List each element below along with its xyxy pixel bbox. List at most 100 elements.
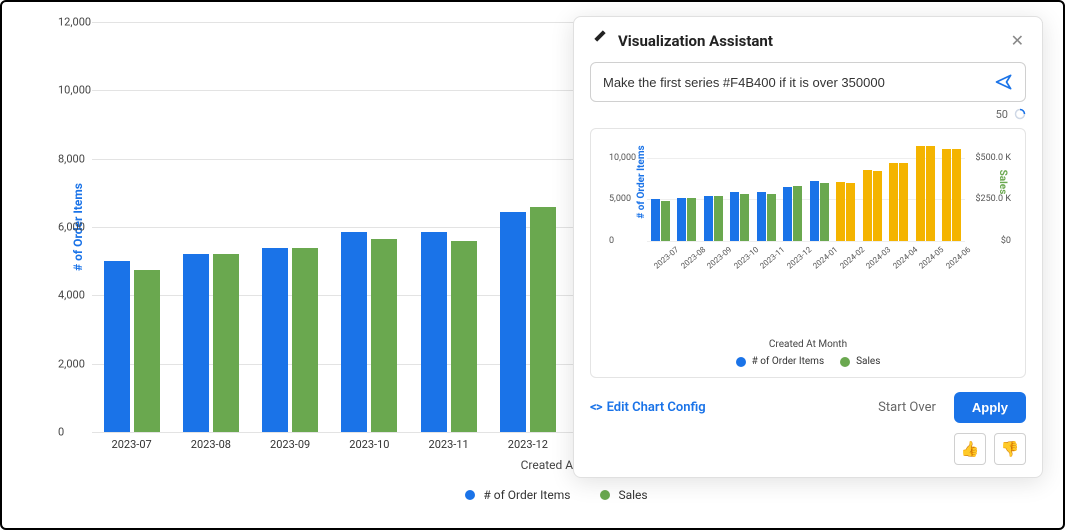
- y-tick-label: 8,000: [58, 152, 85, 165]
- mini-bar: [651, 199, 660, 241]
- mini-y-tick-label: 0: [609, 236, 614, 246]
- visualization-assistant-panel: Visualization Assistant ✕ 50 # of Order …: [573, 16, 1043, 478]
- mini-bar: [926, 146, 935, 241]
- category-2023-11: 2023-11: [409, 232, 488, 432]
- start-over-button[interactable]: Start Over: [870, 394, 944, 421]
- mini-bar: [704, 196, 713, 241]
- bar: [134, 270, 160, 432]
- mini-x-tick-label: 2023-08: [679, 245, 707, 271]
- mini-bar: [687, 198, 696, 241]
- mini-bar: [889, 163, 898, 241]
- mini-y2-axis-label: Sales: [997, 170, 1008, 195]
- wand-icon: [590, 32, 608, 50]
- mini-x-tick-label: 2023-07: [652, 245, 680, 271]
- mini-x-tick-label: 2023-12: [785, 245, 813, 271]
- mini-x-axis-label: Created At Month: [601, 339, 1015, 350]
- edit-chart-config-link[interactable]: < > Edit Chart Config: [590, 400, 706, 415]
- panel-title: Visualization Assistant: [618, 32, 999, 50]
- bar: [500, 212, 526, 432]
- mini-bar: [677, 198, 686, 241]
- prompt-container: [590, 62, 1026, 102]
- mini-category-2023-07: 2023-07: [647, 199, 674, 241]
- bar: [371, 239, 397, 432]
- mini-y2-tick-label: $500.0 K: [975, 153, 1011, 163]
- mini-category-2024-02: 2024-02: [833, 182, 860, 241]
- category-2023-07: 2023-07: [92, 261, 171, 432]
- mini-bar: [916, 146, 925, 241]
- legend-label: Sales: [856, 356, 880, 367]
- credits-row: 50: [590, 106, 1026, 122]
- mini-bar: [793, 186, 802, 241]
- legend-label: # of Order Items: [483, 488, 570, 502]
- mini-bar: [740, 194, 749, 241]
- apply-button[interactable]: Apply: [954, 392, 1026, 423]
- bar: [530, 207, 556, 433]
- close-icon[interactable]: ✕: [1009, 31, 1026, 50]
- mini-bar: [952, 149, 961, 241]
- bar: [183, 254, 209, 432]
- mini-bar: [757, 192, 766, 241]
- mini-bar: [810, 181, 819, 241]
- edit-chart-config-label: Edit Chart Config: [607, 400, 706, 415]
- mini-bar: [820, 183, 829, 241]
- panel-actions: < > Edit Chart Config Start Over Apply: [590, 392, 1026, 423]
- send-icon[interactable]: [993, 71, 1015, 93]
- mini-bar: [783, 187, 792, 241]
- mini-bar: [863, 170, 872, 241]
- x-tick-label: 2023-08: [191, 438, 231, 451]
- mini-y-axis-label: # of Order Items: [636, 145, 647, 218]
- preview-card: # of Order Items Sales 0$05,000$250.0 K1…: [590, 128, 1026, 378]
- x-tick-label: 2023-12: [508, 438, 548, 451]
- y-tick-label: 6,000: [58, 221, 85, 234]
- thumbs-up-button[interactable]: 👍: [954, 433, 986, 465]
- mini-y-tick-label: 10,000: [609, 153, 636, 163]
- y-tick-label: 0: [58, 426, 64, 439]
- feedback-row: 👍 👎: [590, 433, 1026, 465]
- bar: [262, 248, 288, 433]
- thumbs-up-icon: 👍: [961, 440, 980, 458]
- mini-bar: [767, 194, 776, 241]
- mini-category-2024-01: 2024-01: [806, 181, 833, 241]
- legend-label: # of Order Items: [752, 356, 825, 367]
- bar: [292, 248, 318, 433]
- legend-dot: [465, 490, 475, 500]
- mini-category-2023-12: 2023-12: [780, 186, 807, 241]
- thumbs-down-button[interactable]: 👎: [994, 433, 1026, 465]
- legend-dot: [840, 357, 850, 367]
- mini-legend-item: # of Order Items: [736, 356, 825, 367]
- y-tick-label: 12,000: [58, 16, 91, 29]
- mini-category-2023-09: 2023-09: [700, 196, 727, 241]
- y-tick-label: 10,000: [58, 84, 91, 97]
- mini-category-2024-04: 2024-04: [886, 163, 913, 241]
- mini-bar: [836, 182, 845, 241]
- mini-bar: [942, 149, 951, 242]
- mini-x-tick-label: 2024-04: [891, 245, 919, 271]
- mini-category-2023-08: 2023-08: [674, 198, 701, 241]
- mini-x-tick-label: 2024-03: [864, 245, 892, 271]
- mini-y2-tick-label: $250.0 K: [975, 194, 1011, 204]
- mini-legend-item: Sales: [840, 356, 880, 367]
- big-chart-legend: # of Order ItemsSales: [92, 488, 1043, 502]
- mini-x-tick-label: 2024-02: [838, 245, 866, 271]
- x-tick-label: 2023-11: [429, 438, 469, 451]
- x-tick-label: 2023-07: [112, 438, 152, 451]
- mini-y-tick-label: 5,000: [609, 194, 631, 204]
- mini-category-2023-10: 2023-10: [727, 192, 754, 241]
- mini-bar: [714, 196, 723, 241]
- legend-dot: [736, 357, 746, 367]
- bar: [104, 261, 130, 432]
- y-tick-label: 4,000: [58, 289, 85, 302]
- bar: [213, 254, 239, 432]
- thumbs-down-icon: 👎: [1001, 440, 1020, 458]
- panel-header: Visualization Assistant ✕: [590, 31, 1026, 50]
- mini-category-2024-03: 2024-03: [859, 170, 886, 241]
- category-2023-09: 2023-09: [251, 248, 330, 433]
- mini-x-tick-label: 2023-10: [732, 245, 760, 271]
- category-2023-10: 2023-10: [330, 232, 409, 432]
- mini-bar: [730, 192, 739, 241]
- credits-icon: [1014, 108, 1026, 120]
- mini-category-2024-06: 2024-06: [939, 149, 966, 242]
- x-tick-label: 2023-09: [270, 438, 310, 451]
- prompt-input[interactable]: [601, 74, 983, 91]
- mini-x-tick-label: 2023-11: [758, 245, 786, 271]
